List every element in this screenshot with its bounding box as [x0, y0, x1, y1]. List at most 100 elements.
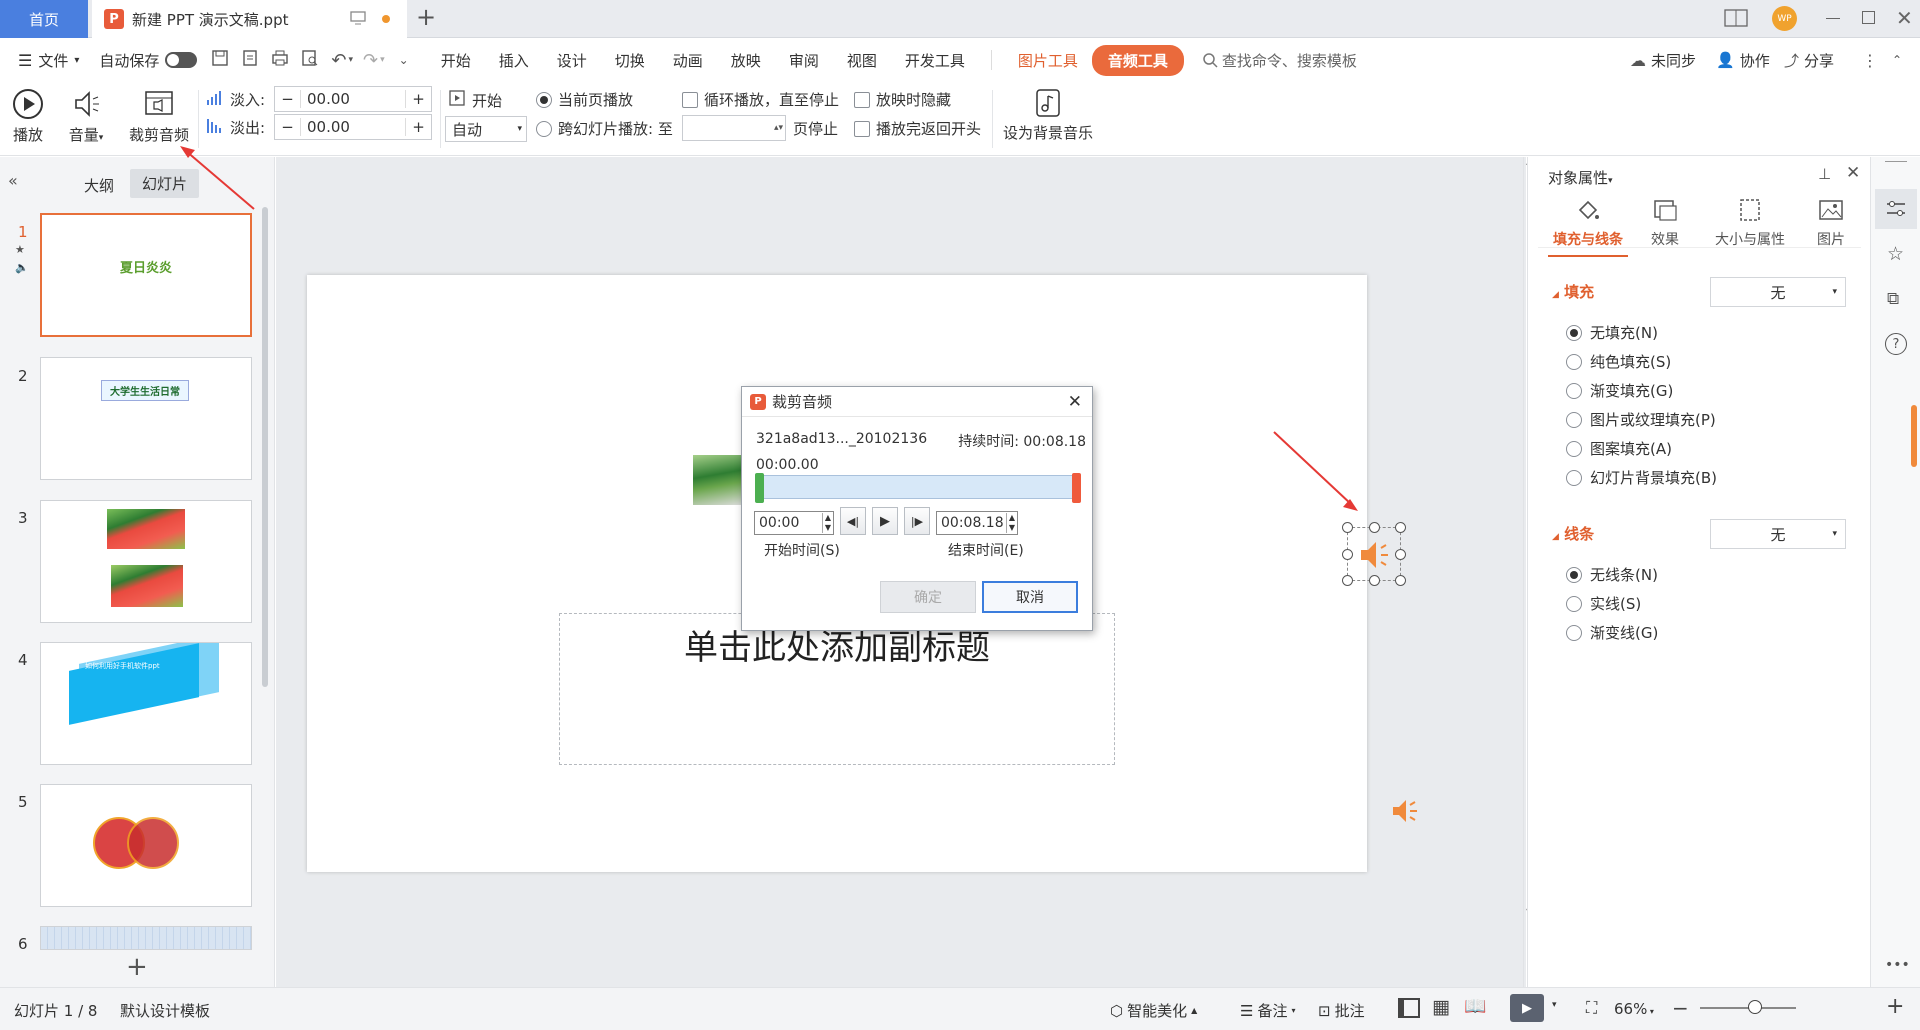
tab-effects[interactable]: 效果 [1638, 197, 1692, 249]
set-bg-music-button[interactable]: 设为背景音乐 [1000, 88, 1096, 143]
maximize-icon[interactable] [1862, 11, 1875, 24]
slide-thumbnail-1[interactable]: 夏日炎炎 [40, 213, 252, 337]
notes-button[interactable]: ☰ 备注 ▾ [1240, 1000, 1295, 1021]
start-select[interactable]: 自动 ▾ [445, 116, 527, 142]
slideshow-play-button[interactable]: ▶ [1510, 994, 1544, 1022]
collapse-ribbon-icon[interactable]: ⌃ [1892, 53, 1902, 67]
new-tab-button[interactable]: + [416, 3, 436, 31]
more-options-icon[interactable]: ••• [1885, 957, 1910, 973]
tab-fill-line[interactable]: 填充与线条 [1548, 197, 1628, 257]
autosave-toggle[interactable] [165, 52, 198, 68]
reading-view-icon[interactable]: 📖 [1464, 996, 1486, 1017]
current-page-play-radio[interactable]: 当前页播放 [536, 89, 633, 110]
pin-icon[interactable]: ⊥ [1818, 165, 1831, 183]
play-button[interactable]: 播放 [10, 88, 46, 145]
tab-picture[interactable]: 图片 [1808, 197, 1854, 249]
skip-forward-button[interactable]: |▶ [904, 507, 930, 535]
start-trim-handle[interactable] [755, 473, 764, 503]
add-slide-icon[interactable]: + [126, 954, 148, 980]
print-icon[interactable] [271, 49, 289, 71]
share-button[interactable]: ⤴ 分享 [1784, 50, 1834, 71]
line-option-gradient[interactable]: 渐变线(G) [1566, 622, 1658, 643]
fill-option-gradient[interactable]: 渐变填充(G) [1566, 380, 1673, 401]
fade-in-spinner[interactable]: − 00.00 + [274, 86, 432, 112]
minimize-icon[interactable] [1826, 18, 1840, 19]
subtitle-placeholder[interactable]: 单击此处添加副标题 [559, 613, 1115, 765]
zoom-slider-thumb[interactable] [1748, 1000, 1762, 1014]
speaker-icon[interactable] [1390, 794, 1424, 828]
fill-dropdown[interactable]: 无 ▾ [1710, 277, 1846, 307]
menu-tab-picture-tools[interactable]: 图片工具 [1004, 50, 1092, 71]
cross-slide-play-radio[interactable]: 跨幻灯片播放: 至 [536, 118, 673, 139]
zoom-level[interactable]: 66% ▾ [1614, 1000, 1654, 1018]
stop-page-spinner[interactable]: ▴▾ [682, 115, 786, 141]
smart-beautify-button[interactable]: ⬡ 智能美化 ▲ [1110, 1000, 1197, 1021]
menu-tab-review[interactable]: 审阅 [775, 50, 833, 71]
slide-thumbnail-6[interactable] [40, 926, 252, 950]
properties-header[interactable]: 对象属性▾ [1548, 167, 1613, 188]
tab-home[interactable]: 首页 [0, 0, 88, 38]
menu-tab-insert[interactable]: 插入 [485, 50, 543, 71]
zoom-slider[interactable] [1700, 1000, 1796, 1014]
fill-option-pattern[interactable]: 图案填充(A) [1566, 438, 1672, 459]
slideshow-dropdown-icon[interactable]: ▾ [1552, 1000, 1557, 1010]
decrement-icon[interactable]: − [275, 90, 301, 108]
menu-tab-developer[interactable]: 开发工具 [891, 50, 979, 71]
end-trim-handle[interactable] [1072, 473, 1081, 503]
decrement-icon[interactable]: − [275, 118, 301, 136]
menu-tab-animation[interactable]: 动画 [659, 50, 717, 71]
sidebar-collapse-icon[interactable] [1885, 161, 1907, 162]
grid-view-icon[interactable]: ▦ [1432, 996, 1450, 1018]
line-option-none[interactable]: 无线条(N) [1566, 564, 1658, 585]
thumbnail-scrollbar[interactable] [262, 207, 268, 687]
more-menu-icon[interactable]: ⋮ [1862, 51, 1878, 70]
hide-when-play-checkbox[interactable]: 放映时隐藏 [854, 89, 951, 110]
export-icon[interactable] [241, 49, 259, 71]
volume-button[interactable]: 音量▾ [64, 88, 108, 145]
window-layout-icon[interactable] [1724, 8, 1748, 32]
more-quick-icon[interactable]: ⌄ [399, 53, 409, 67]
fill-option-none[interactable]: 无填充(N) [1566, 322, 1658, 343]
fill-option-slide-bg[interactable]: 幻灯片背景填充(B) [1566, 467, 1717, 488]
selected-audio-object[interactable] [1342, 522, 1406, 586]
fill-option-picture[interactable]: 图片或纹理填充(P) [1566, 409, 1716, 430]
tab-size-properties[interactable]: 大小与属性 [1708, 197, 1792, 249]
line-section-header[interactable]: ◢ 线条 [1552, 523, 1594, 544]
monitor-icon[interactable] [350, 11, 366, 29]
animation-star-icon[interactable]: ☆ [1887, 243, 1904, 265]
print-preview-icon[interactable] [301, 49, 319, 71]
rewind-after-checkbox[interactable]: 播放完返回开头 [854, 118, 981, 139]
fade-out-spinner[interactable]: − 00.00 + [274, 114, 432, 140]
close-panel-icon[interactable]: ✕ [1846, 163, 1860, 183]
end-time-spinner[interactable]: 00:08.18 ▲ ▼ [936, 511, 1018, 535]
cancel-button[interactable]: 取消 [982, 581, 1078, 613]
slide-thumbnail-3[interactable] [40, 500, 252, 623]
close-window-icon[interactable]: ✕ [1896, 6, 1913, 30]
dialog-play-button[interactable]: ▶ [872, 507, 898, 535]
tab-slides[interactable]: 幻灯片 [130, 169, 200, 198]
line-dropdown[interactable]: 无 ▾ [1710, 519, 1846, 549]
redo-icon[interactable]: ↷ [363, 50, 378, 71]
zoom-out-icon[interactable]: − [1672, 996, 1689, 1020]
collaborate-button[interactable]: 👤 协作 [1716, 50, 1770, 71]
undo-icon[interactable]: ↶ [331, 50, 346, 71]
increment-icon[interactable]: + [405, 118, 431, 136]
avatar[interactable]: WP [1772, 6, 1797, 31]
trim-audio-button[interactable]: 裁剪音频 [126, 88, 192, 145]
audio-timeline[interactable] [755, 473, 1081, 503]
menu-tab-view[interactable]: 视图 [833, 50, 891, 71]
file-menu[interactable]: ☰ 文件 ▾ [0, 50, 93, 71]
collapse-panel-icon[interactable]: « [8, 171, 18, 190]
spinner-arrows-icon[interactable]: ▲ ▼ [821, 513, 833, 533]
sidebar-scrollbar[interactable] [1911, 405, 1917, 467]
fill-option-solid[interactable]: 纯色填充(S) [1566, 351, 1671, 372]
tab-outline[interactable]: 大纲 [84, 175, 114, 196]
menu-tab-slideshow[interactable]: 放映 [717, 50, 775, 71]
template-name[interactable]: 默认设计模板 [120, 1000, 210, 1021]
skip-back-button[interactable]: ◀| [840, 507, 866, 535]
ok-button[interactable]: 确定 [880, 581, 976, 613]
slide-picture[interactable] [693, 455, 745, 505]
line-option-solid[interactable]: 实线(S) [1566, 593, 1641, 614]
fill-section-header[interactable]: ◢ 填充 [1552, 281, 1594, 302]
menu-tab-start[interactable]: 开始 [427, 50, 485, 71]
